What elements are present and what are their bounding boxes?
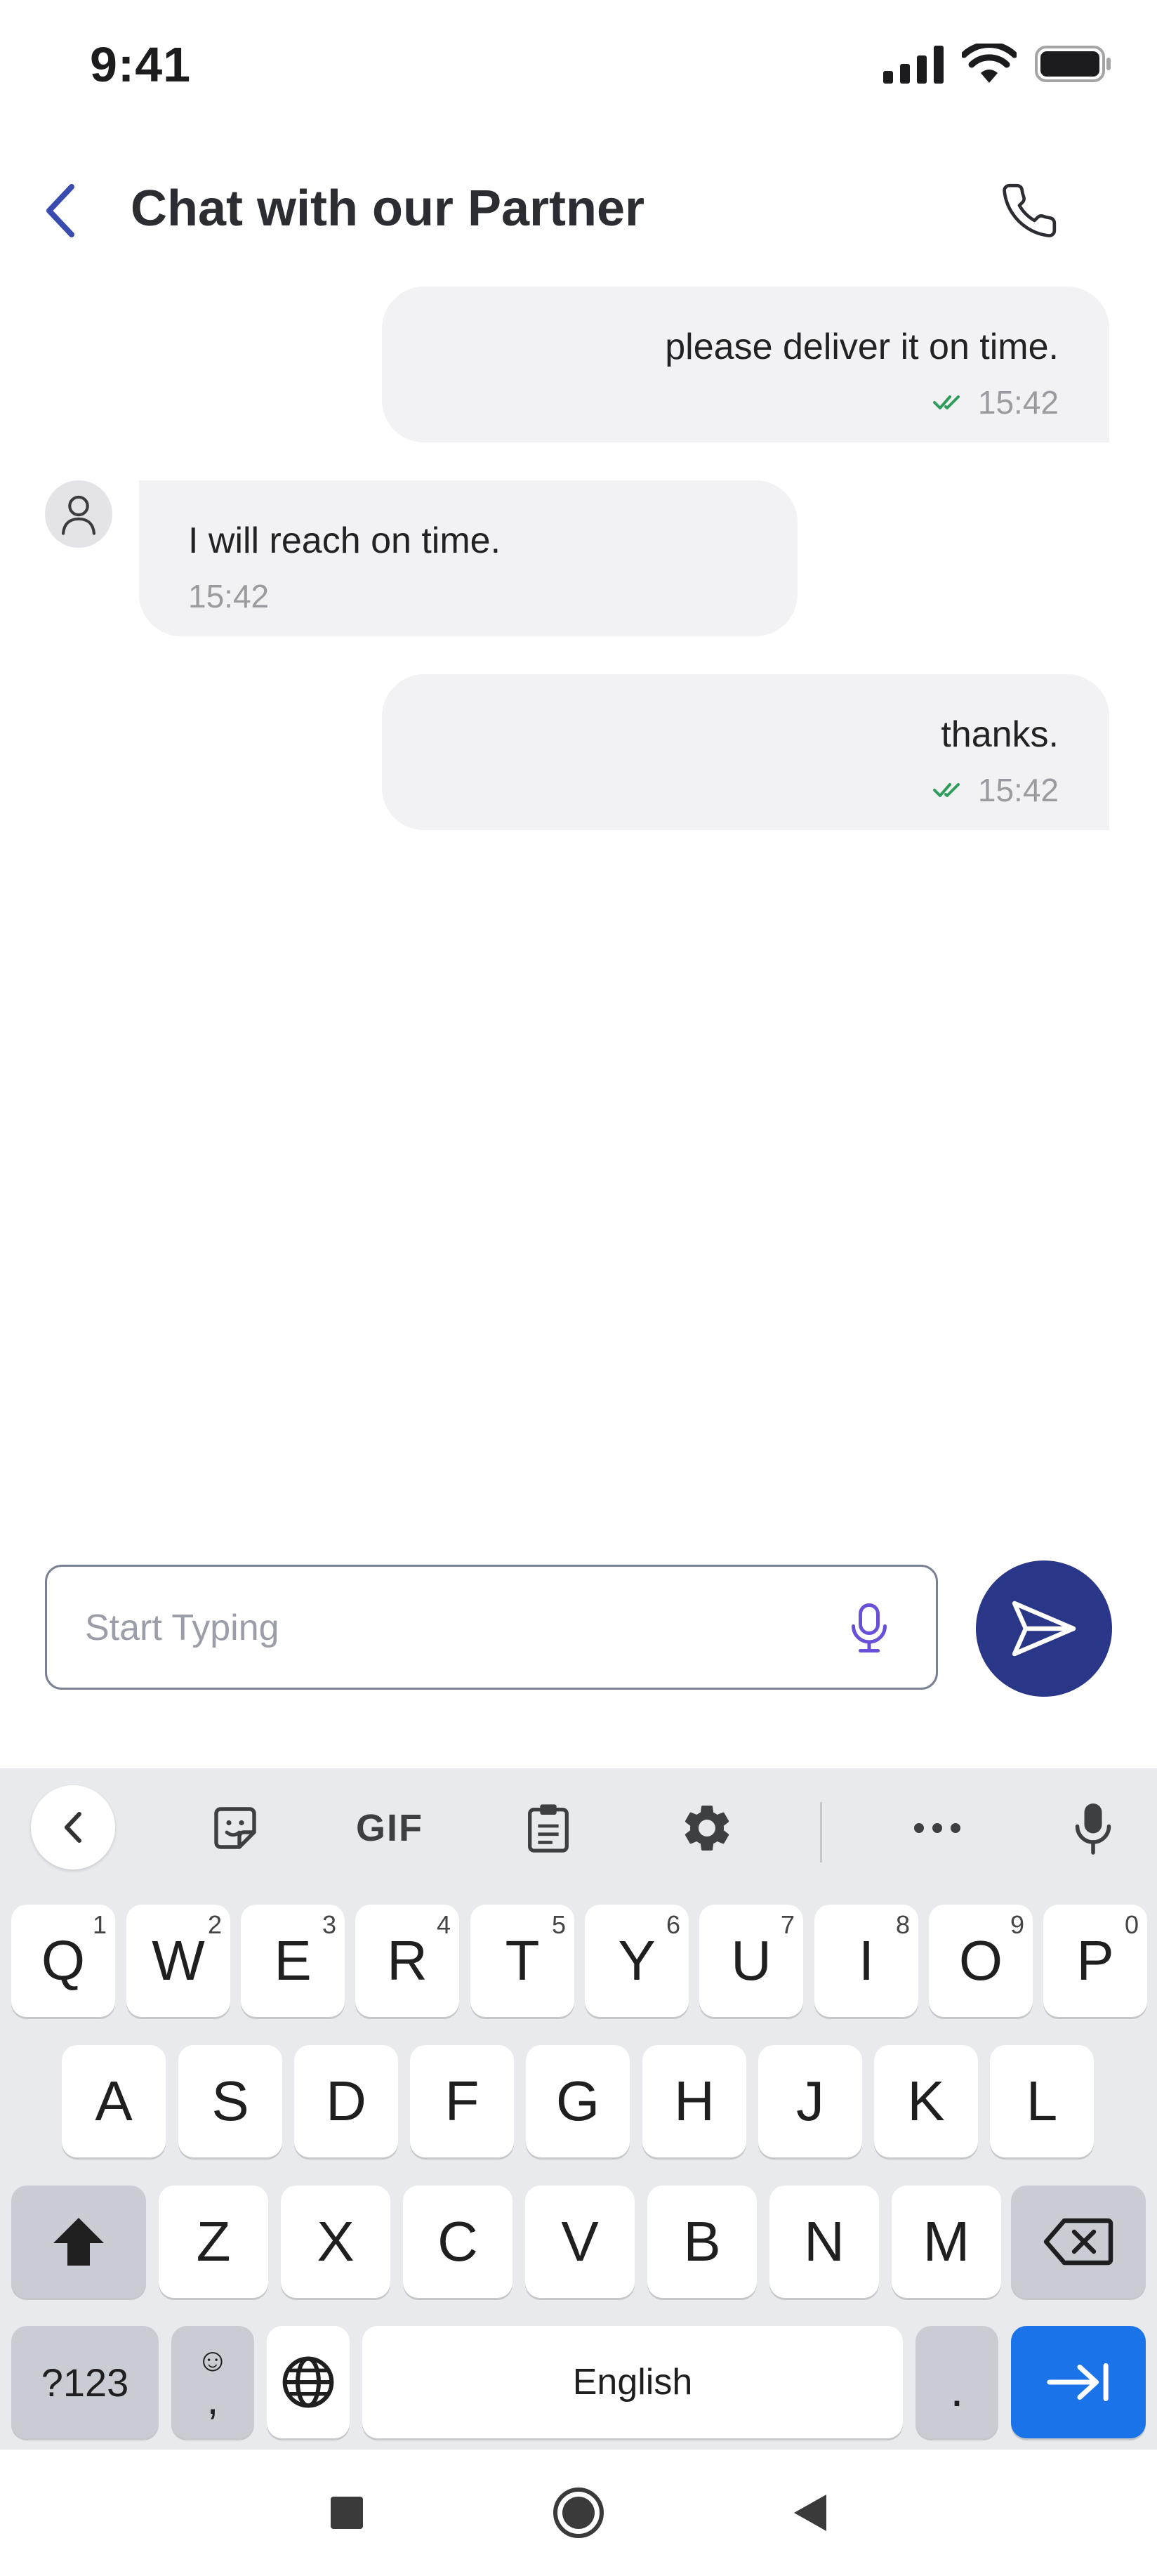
period-key[interactable]: . [915,2326,998,2438]
status-icons [883,41,1112,88]
tab-arrow-icon [1047,2363,1109,2402]
message-text: thanks. [941,714,1059,755]
clipboard-icon [528,1804,569,1853]
message-text: please deliver it on time. [665,327,1059,367]
chevron-left-icon [65,1812,81,1843]
key-e[interactable]: E3 [241,1905,345,2017]
key-d[interactable]: D [294,2045,398,2157]
back-nav-button[interactable] [775,2478,845,2548]
keyboard-collapse-button[interactable] [31,1785,115,1869]
gif-label: GIF [356,1807,423,1849]
key-w[interactable]: W2 [126,1905,230,2017]
status-bar: 9:41 [0,0,1157,133]
back-button[interactable] [35,176,84,246]
message-input-container [45,1565,938,1690]
settings-button[interactable] [668,1789,746,1867]
recents-button[interactable] [312,2478,382,2548]
key-s[interactable]: S [178,2045,282,2157]
message-time: 15:42 [188,578,270,615]
chat-screen: 9:41 Chat with our Partner please delive… [0,0,1157,2576]
status-time: 9:41 [90,37,192,92]
enter-key[interactable] [1011,2326,1146,2438]
wifi-icon [960,41,1018,88]
system-nav-bar [0,2450,1157,2576]
square-icon [331,2497,363,2529]
message-time: 15:42 [977,772,1059,808]
key-f[interactable]: F [410,2045,514,2157]
key-b[interactable]: B [647,2186,757,2298]
gif-button[interactable]: GIF [344,1789,435,1867]
sticker-icon [214,1807,256,1849]
key-k[interactable]: K [874,2045,978,2157]
space-bar[interactable]: English [362,2326,903,2438]
globe-icon [282,2356,334,2408]
voice-input-button[interactable] [838,1596,901,1660]
voice-typing-button[interactable] [1054,1789,1132,1867]
more-options-button[interactable] [899,1789,976,1867]
key-a[interactable]: A [62,2045,166,2157]
message-time: 15:42 [977,384,1059,421]
microphone-icon [852,1603,887,1652]
send-button[interactable] [976,1560,1112,1697]
key-p[interactable]: P0 [1043,1905,1147,2017]
key-c[interactable]: C [403,2186,513,2298]
gear-icon [685,1806,729,1851]
send-icon [1012,1601,1076,1657]
home-button[interactable] [543,2478,614,2548]
shift-icon [53,2218,104,2266]
backspace-key[interactable] [1011,2186,1146,2298]
call-button[interactable] [989,170,1070,251]
home-circle-icon [553,2488,604,2538]
microphone-icon [1075,1803,1111,1855]
key-v[interactable]: V [525,2186,635,2298]
more-horizontal-icon [914,1823,960,1833]
triangle-back-icon [794,2495,826,2531]
message-meta: 15:42 [932,771,1059,809]
key-u[interactable]: U7 [699,1905,803,2017]
signal-icon [883,44,944,87]
toolbar-divider [820,1802,822,1862]
emoji-icon: ☺ [196,2341,230,2378]
soft-keyboard: GIF Q 1 W 2 E 3 R 4 T 5 Y 6 U 7 I 8 O 9 … [0,1768,1157,2450]
battery-icon [1035,44,1112,87]
chat-header: Chat with our Partner [0,155,1157,267]
key-t[interactable]: T5 [470,1905,574,2017]
backspace-icon [1043,2218,1113,2266]
symbols-key[interactable]: ?123 [11,2326,159,2438]
key-o[interactable]: O9 [929,1905,1033,2017]
key-z[interactable]: Z [159,2186,268,2298]
key-x[interactable]: X [281,2186,390,2298]
double-check-icon [932,395,960,409]
avatar[interactable] [45,480,112,548]
key-g[interactable]: G [526,2045,630,2157]
sticker-button[interactable] [197,1789,274,1867]
message-meta: 15:42 [932,383,1059,421]
language-key[interactable] [267,2326,350,2438]
phone-icon [1003,183,1057,237]
shift-key[interactable] [11,2186,146,2298]
key-j[interactable]: J [758,2045,862,2157]
message-text: I will reach on time. [188,520,501,561]
chevron-left-icon [46,184,74,237]
key-y[interactable]: Y6 [585,1905,689,2017]
message-input[interactable] [85,1598,815,1658]
message-bubble-outgoing[interactable]: thanks. 15:42 [382,674,1109,830]
clipboard-button[interactable] [510,1789,587,1867]
message-meta: 15:42 [188,577,269,615]
message-bubble-incoming[interactable]: I will reach on time. 15:42 [139,480,798,636]
key-q[interactable]: Q1 [11,1905,115,2017]
keyboard-toolbar: GIF [0,1768,1157,1888]
page-title: Chat with our Partner [131,180,645,237]
emoji-comma-key[interactable]: ☺ , [171,2326,254,2438]
key-i[interactable]: I8 [814,1905,918,2017]
key-h[interactable]: H [642,2045,746,2157]
key-m[interactable]: M [892,2186,1001,2298]
message-bubble-outgoing[interactable]: please deliver it on time. 15:42 [382,287,1109,442]
user-icon [62,495,95,535]
key-l[interactable]: L [990,2045,1094,2157]
key-r[interactable]: R4 [355,1905,459,2017]
double-check-icon [932,783,960,797]
key-n[interactable]: N [769,2186,879,2298]
